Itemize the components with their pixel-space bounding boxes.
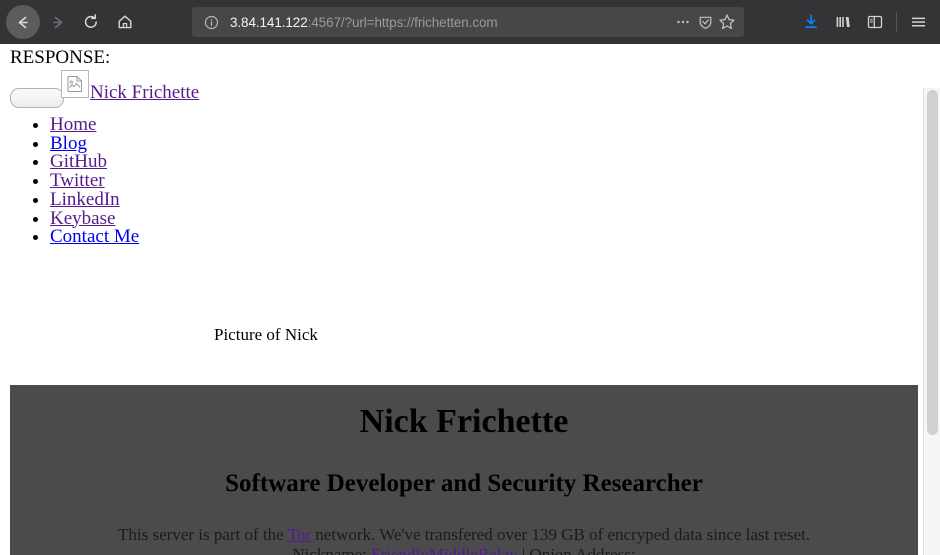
url-host: 3.84.141.122 [230,14,308,30]
home-icon [118,15,132,29]
toolbar-right-icons [795,7,934,37]
relay-nickname-link[interactable]: FriendlyMiddleRelay [371,545,517,555]
url-path: :4567/?url=https://frichetten.com [307,14,498,30]
site-information-icon[interactable] [200,11,222,33]
tor-link[interactable]: Tor [288,525,311,544]
site-title-link[interactable]: Nick Frichette [90,82,199,104]
tracking-protection-icon[interactable] [694,11,716,33]
back-button[interactable] [6,5,40,39]
bookmark-star-icon[interactable] [716,11,738,33]
nav-link-contact-me[interactable]: Contact Me [50,226,139,247]
scrollbar-thumb[interactable] [927,90,938,435]
forward-button[interactable] [40,5,74,39]
broken-widget-pill[interactable] [10,88,64,108]
reload-icon [84,14,97,28]
page-actions-icon[interactable] [672,11,694,33]
ellipsis-icon [677,20,689,24]
home-button[interactable] [108,5,142,39]
onion-address-label: | Onion Address: [517,544,636,555]
tor-text-part1: This server is part of the [118,525,288,544]
info-circle-icon [204,15,218,29]
forward-arrow-icon [52,16,62,28]
toolbar-divider [896,12,897,32]
app-menu-button[interactable] [902,7,934,37]
broken-image-glyph [67,76,82,92]
url-text[interactable]: 3.84.141.122:4567/?url=https://frichette… [230,15,672,30]
site-nav-list: Home Blog GitHub Twitter LinkedIn Keybas… [10,115,139,247]
downloads-button[interactable] [795,7,827,37]
back-arrow-icon [18,16,28,28]
navigation-buttons [6,5,142,39]
shield-icon [699,16,711,29]
browser-toolbar: 3.84.141.122:4567/?url=https://frichette… [0,0,940,44]
response-label: RESPONSE: [10,47,111,68]
broken-image-icon [61,70,89,98]
profile-panel: Nick Frichette Software Developer and Se… [10,385,918,555]
sidebar-toggle-button[interactable] [859,7,891,37]
tor-status-paragraph: This server is part of the Tor network. … [20,525,908,555]
address-bar[interactable]: 3.84.141.122:4567/?url=https://frichette… [192,7,744,37]
library-books-icon [836,17,850,27]
hamburger-menu-icon [911,17,925,27]
download-icon [805,14,817,29]
sidebar-icon [867,15,883,29]
panel-heading: Nick Frichette [359,403,569,440]
tor-text-part2: network. We've transfered over 139 GB of… [311,525,810,544]
library-button[interactable] [827,7,859,37]
nickname-label: Nickname: [292,544,372,555]
picture-alt-text: Picture of Nick [214,325,318,344]
page-scrollbar[interactable] [923,88,940,555]
page-viewport: RESPONSE: Nick Frichette Home Blog GitHu… [0,44,940,555]
star-icon [719,14,735,30]
reload-button[interactable] [74,5,108,39]
panel-subheading: Software Developer and Security Research… [225,470,703,497]
list-item: Contact Me [50,226,139,247]
